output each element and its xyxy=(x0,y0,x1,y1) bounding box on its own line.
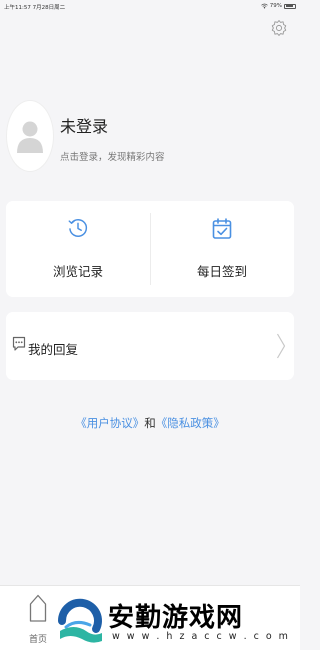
calendar-check-icon xyxy=(212,218,232,239)
policy-links: 《用户协议》和《隐私政策》 xyxy=(0,415,300,431)
tab-home[interactable]: 首页 xyxy=(22,594,54,645)
watermark-title: 安勤游戏网 xyxy=(108,603,244,633)
status-time: 上午11:57 xyxy=(4,5,31,11)
policy-and-text: 和 xyxy=(144,416,156,430)
username-label[interactable]: 未登录 xyxy=(60,113,108,137)
settings-gear-icon[interactable] xyxy=(270,19,288,37)
avatar[interactable] xyxy=(6,100,54,172)
site-logo-icon xyxy=(57,598,102,643)
watermark-url: w w w . h z a c c w . c o m xyxy=(112,631,290,642)
battery-icon xyxy=(284,3,296,9)
tab-home-label: 首页 xyxy=(28,635,47,645)
checkin-label: 每日签到 xyxy=(196,264,247,279)
quick-actions-card: 浏览记录 每日签到 xyxy=(6,201,294,297)
profile-section[interactable]: 未登录 点击登录，发现精彩内容 xyxy=(6,100,296,175)
status-bar: 上午11:57 7月28日周二 79% xyxy=(0,0,300,14)
comment-icon xyxy=(12,336,26,351)
status-right: 79% xyxy=(261,3,296,9)
wifi-icon xyxy=(261,3,268,9)
user-agreement-link[interactable]: 《用户协议》 xyxy=(75,416,144,430)
chevron-right-icon xyxy=(276,333,286,359)
default-avatar-icon xyxy=(17,121,43,153)
daily-checkin-button[interactable]: 每日签到 xyxy=(150,201,294,297)
my-replies-row[interactable]: 我的回复 xyxy=(6,312,294,380)
watermark-overlay: 安勤游戏网 w w w . h z a c c w . c o m xyxy=(56,595,294,649)
history-button[interactable]: 浏览记录 xyxy=(6,201,150,297)
login-hint[interactable]: 点击登录，发现精彩内容 xyxy=(60,149,165,163)
history-label: 浏览记录 xyxy=(52,264,103,279)
status-time-date: 上午11:57 7月28日周二 xyxy=(4,3,65,11)
battery-percent: 79% xyxy=(269,3,282,9)
my-replies-label: 我的回复 xyxy=(28,342,79,357)
privacy-policy-link[interactable]: 《隐私政策》 xyxy=(156,416,225,430)
home-icon xyxy=(29,594,47,622)
history-clock-icon xyxy=(68,219,88,237)
status-date: 7月28日周二 xyxy=(32,5,66,11)
